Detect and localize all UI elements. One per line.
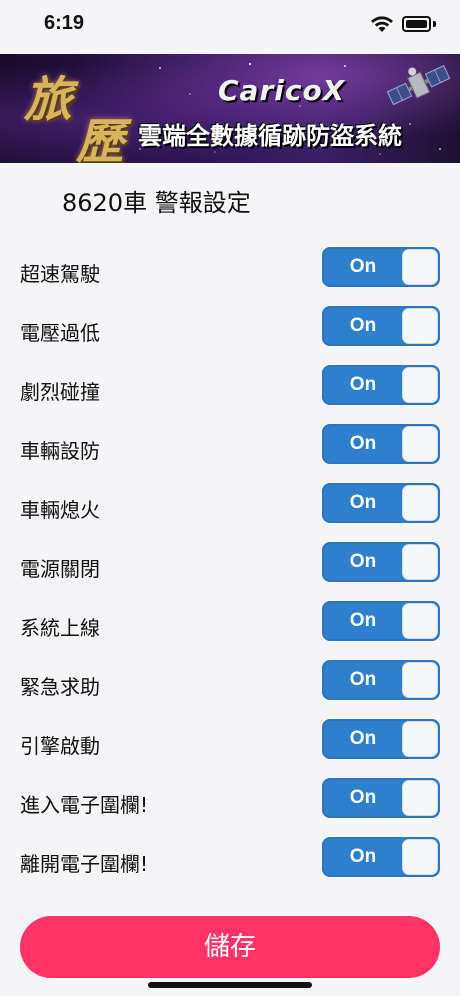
setting-label: 引擎啟動 — [20, 734, 100, 758]
arm-toggle[interactable]: On — [322, 424, 440, 464]
setting-label: 車輛熄火 — [20, 498, 100, 522]
setting-row-geofence-enter: 進入電子圍欄! On — [0, 771, 460, 830]
toggle-knob — [402, 721, 438, 757]
status-bar: 6:19 — [0, 0, 460, 54]
toggle-state: On — [349, 374, 377, 395]
brand-name: CaricoX — [218, 74, 346, 107]
home-indicator[interactable] — [148, 982, 312, 988]
setting-row-geofence-exit: 離開電子圍欄! On — [0, 830, 460, 889]
toggle-state: On — [349, 433, 377, 454]
setting-label: 系統上線 — [20, 616, 100, 640]
setting-row-arm: 車輛設防 On — [0, 417, 460, 476]
setting-label: 電壓過低 — [20, 321, 100, 345]
status-time: 6:19 — [44, 12, 85, 34]
setting-row-emergency: 緊急求助 On — [0, 653, 460, 712]
geofence-enter-toggle[interactable]: On — [322, 778, 440, 818]
header-banner: 旅 歷 CaricoX 雲端全數據循跡防盜系統 — [0, 54, 460, 163]
setting-row-speeding: 超速駕駛 On — [0, 240, 460, 299]
system-online-toggle[interactable]: On — [322, 601, 440, 641]
toggle-knob — [402, 662, 438, 698]
toggle-knob — [402, 603, 438, 639]
speeding-toggle[interactable]: On — [322, 247, 440, 287]
toggle-state: On — [349, 669, 377, 690]
setting-row-collision: 劇烈碰撞 On — [0, 358, 460, 417]
logo-char-1: 旅 — [24, 72, 73, 128]
page-title: 8620車 警報設定 — [62, 189, 251, 217]
low-voltage-toggle[interactable]: On — [322, 306, 440, 346]
save-button[interactable]: 儲存 — [20, 916, 440, 978]
toggle-state: On — [349, 728, 377, 749]
toggle-knob — [402, 485, 438, 521]
toggle-state: On — [349, 492, 377, 513]
wifi-icon — [371, 16, 393, 32]
geofence-exit-toggle[interactable]: On — [322, 837, 440, 877]
logo-char-2: 歷 — [76, 114, 125, 163]
setting-row-power-off: 電源關閉 On — [0, 535, 460, 594]
toggle-state: On — [349, 787, 377, 808]
battery-icon — [402, 16, 436, 32]
satellite-icon — [386, 64, 451, 106]
collision-toggle[interactable]: On — [322, 365, 440, 405]
status-icons — [370, 14, 436, 34]
toggle-state: On — [349, 846, 377, 867]
setting-label: 劇烈碰撞 — [20, 380, 100, 404]
power-off-toggle[interactable]: On — [322, 542, 440, 582]
toggle-knob — [402, 839, 438, 875]
toggle-knob — [402, 426, 438, 462]
setting-label: 超速駕駛 — [20, 262, 100, 286]
setting-label: 車輛設防 — [20, 439, 100, 463]
setting-label: 電源關閉 — [20, 557, 100, 581]
toggle-knob — [402, 367, 438, 403]
banner-logo: 旅 歷 — [18, 58, 138, 163]
toggle-knob — [402, 308, 438, 344]
emergency-toggle[interactable]: On — [322, 660, 440, 700]
toggle-state: On — [349, 315, 377, 336]
setting-row-system-online: 系統上線 On — [0, 594, 460, 653]
toggle-state: On — [349, 551, 377, 572]
setting-row-engine-off: 車輛熄火 On — [0, 476, 460, 535]
banner-subtitle: 雲端全數據循跡防盜系統 — [138, 122, 402, 150]
setting-row-engine-start: 引擎啟動 On — [0, 712, 460, 771]
engine-off-toggle[interactable]: On — [322, 483, 440, 523]
toggle-knob — [402, 544, 438, 580]
toggle-state: On — [349, 256, 377, 277]
setting-label: 進入電子圍欄! — [20, 793, 149, 817]
toggle-knob — [402, 249, 438, 285]
engine-start-toggle[interactable]: On — [322, 719, 440, 759]
toggle-knob — [402, 780, 438, 816]
setting-row-low-voltage: 電壓過低 On — [0, 299, 460, 358]
setting-label: 離開電子圍欄! — [20, 852, 149, 876]
setting-label: 緊急求助 — [20, 675, 100, 699]
toggle-state: On — [349, 610, 377, 631]
